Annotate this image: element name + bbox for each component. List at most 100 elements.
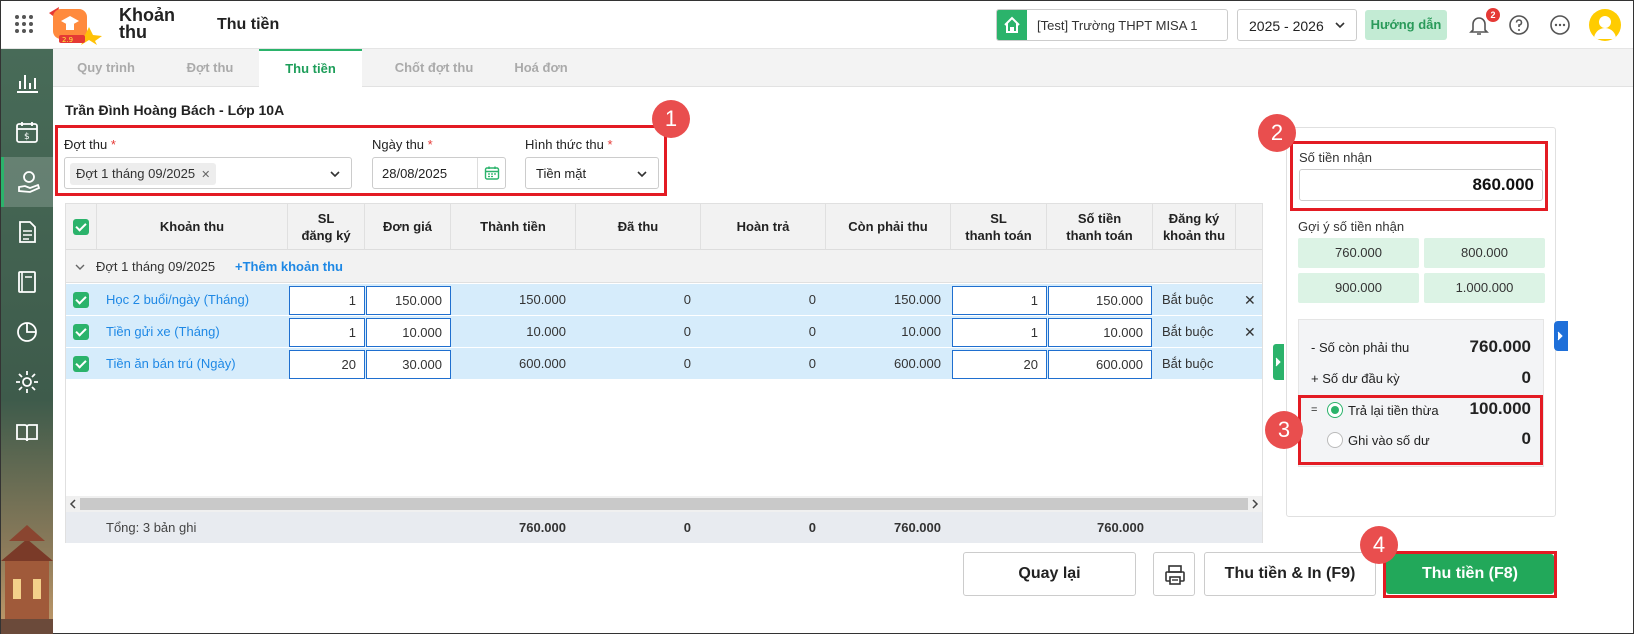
row-checkbox[interactable] xyxy=(73,356,89,372)
table-row[interactable]: Tiền ăn bán trú (Ngày) 20 30.000 600.000… xyxy=(66,348,1262,380)
tab-close-period[interactable]: Chốt đợt thu xyxy=(379,49,489,87)
sidebar-item-ledger[interactable] xyxy=(1,257,53,307)
row-checkbox[interactable] xyxy=(73,324,89,340)
highlight-box-3 xyxy=(1298,395,1543,465)
col-qty-reg: SL đăng ký xyxy=(288,204,365,250)
registration-cell: Bắt buộc xyxy=(1162,356,1214,371)
remaining-cell: 10.000 xyxy=(901,324,941,339)
step-marker-3: 3 xyxy=(1265,411,1303,449)
remaining-cell: 150.000 xyxy=(894,292,941,307)
chevron-down-icon[interactable] xyxy=(75,262,85,272)
school-selector[interactable]: [Test] Trường THPT MISA 1 xyxy=(996,9,1228,41)
col-registration: Đăng ký khoản thu xyxy=(1153,204,1236,250)
sidebar-item-settings[interactable] xyxy=(1,357,53,407)
col-refund: Hoàn trả xyxy=(701,204,826,250)
col-qty-pay: SL thanh toán xyxy=(951,204,1047,250)
tab-invoice[interactable]: Hoá đơn xyxy=(503,49,579,87)
unit-price-input[interactable]: 150.000 xyxy=(366,286,451,315)
unit-price-input[interactable]: 10.000 xyxy=(366,318,451,347)
collapse-panel-handle[interactable] xyxy=(1273,344,1284,380)
more-icon[interactable] xyxy=(1548,13,1572,37)
school-name: [Test] Trường THPT MISA 1 xyxy=(1037,18,1198,33)
print-button[interactable] xyxy=(1153,552,1195,596)
expand-panel-handle[interactable] xyxy=(1554,321,1568,351)
qty-input[interactable]: 1 xyxy=(289,318,365,347)
remove-row-icon[interactable]: ✕ xyxy=(1244,284,1256,316)
notification-badge: 2 xyxy=(1486,8,1500,22)
qty-input[interactable]: 1 xyxy=(289,286,365,315)
footer-paid: 0 xyxy=(683,520,691,535)
pay-amount-input[interactable]: 150.000 xyxy=(1048,286,1152,315)
paid-cell: 0 xyxy=(683,292,691,307)
pay-amount-input[interactable]: 10.000 xyxy=(1048,318,1152,347)
group-label: Đợt 1 tháng 09/2025 xyxy=(96,259,216,274)
scroll-thumb[interactable] xyxy=(80,498,1248,510)
tab-process[interactable]: Quy trình xyxy=(67,49,145,87)
balance-value: 0 xyxy=(1521,368,1531,387)
col-pay-amount: Số tiền thanh toán xyxy=(1047,204,1153,250)
bar-chart-icon xyxy=(17,75,38,93)
fee-name[interactable]: Tiền ăn bán trú (Ngày) xyxy=(106,348,236,380)
year-select[interactable]: 2025 - 2026 xyxy=(1237,9,1357,41)
fee-name[interactable]: Tiền gửi xe (Tháng) xyxy=(106,316,220,348)
sidebar-item-documents[interactable] xyxy=(1,207,53,257)
sidebar-item-collect[interactable] xyxy=(1,157,53,207)
qty-pay-input[interactable]: 1 xyxy=(952,286,1047,315)
footer-remaining: 760.000 xyxy=(894,520,941,535)
horizontal-scrollbar[interactable] xyxy=(66,496,1262,512)
scroll-left-icon[interactable] xyxy=(69,499,77,509)
suggestion-button[interactable]: 900.000 xyxy=(1298,273,1419,303)
tab-collect[interactable]: Thu tiền xyxy=(259,49,362,87)
paid-cell: 0 xyxy=(683,356,691,371)
sidebar-item-dashboard[interactable] xyxy=(1,57,53,107)
temple-illustration xyxy=(1,525,53,634)
pay-amount-input[interactable]: 600.000 xyxy=(1048,350,1152,379)
top-bar: 2.9 Khoản thu Thu tiền [Test] Trường THP… xyxy=(1,1,1633,49)
qty-pay-input[interactable]: 20 xyxy=(952,350,1047,379)
guide-button[interactable]: Hướng dẫn xyxy=(1365,10,1447,40)
refund-cell: 0 xyxy=(808,324,816,339)
app-logo: 2.9 xyxy=(49,7,102,45)
scroll-right-icon[interactable] xyxy=(1251,499,1259,509)
tab-period[interactable]: Đợt thu xyxy=(173,49,247,87)
help-icon[interactable] xyxy=(1507,13,1531,37)
step-marker-1: 1 xyxy=(652,100,690,138)
suggestion-button[interactable]: 760.000 xyxy=(1298,238,1419,268)
add-fee-link[interactable]: +Thêm khoản thu xyxy=(235,259,343,274)
app-launcher-icon[interactable] xyxy=(15,15,33,33)
qty-input[interactable]: 20 xyxy=(289,350,365,379)
gear-icon xyxy=(16,371,38,393)
suggestion-button[interactable]: 1.000.000 xyxy=(1424,273,1545,303)
pay-print-button[interactable]: Thu tiền & In (F9) xyxy=(1204,552,1376,596)
amount-cell: 150.000 xyxy=(519,292,566,307)
app-name: Khoản thu xyxy=(119,5,175,42)
unit-price-input[interactable]: 30.000 xyxy=(366,350,451,379)
sidebar-item-guide[interactable] xyxy=(1,407,53,457)
row-checkbox[interactable] xyxy=(73,292,89,308)
highlight-box-1 xyxy=(55,125,667,196)
amount-cell: 10.000 xyxy=(526,324,566,339)
sidebar-item-calendar[interactable]: $ xyxy=(1,107,53,157)
remove-row-icon[interactable]: ✕ xyxy=(1244,316,1256,348)
fee-name[interactable]: Học 2 buổi/ngày (Tháng) xyxy=(106,284,249,316)
student-info: Trần Đình Hoàng Bách - Lớp 10A xyxy=(65,102,285,118)
group-row: Đợt 1 tháng 09/2025 +Thêm khoản thu xyxy=(66,250,1262,283)
sidebar-item-reports[interactable] xyxy=(1,307,53,357)
remaining-value: 760.000 xyxy=(1469,337,1531,356)
qty-pay-input[interactable]: 1 xyxy=(952,318,1047,347)
table-row[interactable]: Tiền gửi xe (Tháng) 1 10.000 10.000 0 0 … xyxy=(66,316,1262,348)
avatar[interactable] xyxy=(1589,9,1621,41)
suggestion-button[interactable]: 800.000 xyxy=(1424,238,1545,268)
footer-pay: 760.000 xyxy=(1097,520,1144,535)
tab-bar: Quy trình Đợt thu Thu tiền Chốt đợt thu … xyxy=(53,49,1633,87)
col-paid: Đã thu xyxy=(576,204,701,250)
amount-cell: 600.000 xyxy=(519,356,566,371)
fee-table: Khoản thu SL đăng ký Đơn giá Thành tiền … xyxy=(65,203,1263,543)
select-all-checkbox[interactable] xyxy=(73,218,89,235)
back-button[interactable]: Quay lại xyxy=(963,552,1136,596)
refund-cell: 0 xyxy=(808,292,816,307)
suggest-label: Gợi ý số tiền nhận xyxy=(1298,219,1405,234)
chevron-right-icon xyxy=(1557,331,1563,341)
col-remaining: Còn phải thu xyxy=(826,204,951,250)
table-row[interactable]: Học 2 buổi/ngày (Tháng) 1 150.000 150.00… xyxy=(66,284,1262,316)
